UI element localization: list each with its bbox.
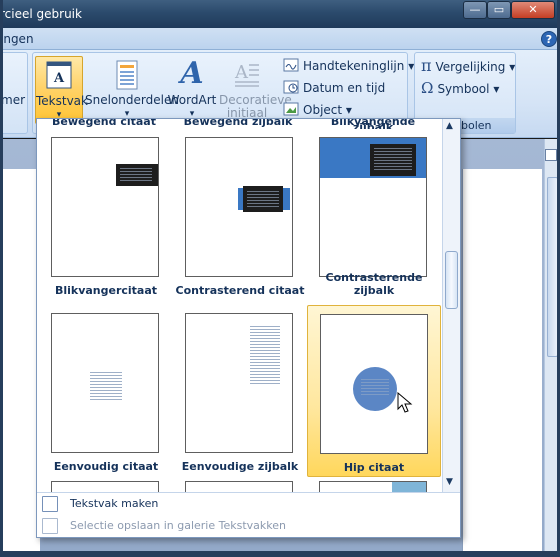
thumb-sidebar-text [250, 326, 280, 384]
gallery-item-partial[interactable] [51, 481, 159, 492]
svg-text:A: A [234, 62, 249, 83]
item-label: Contrasterend citaat [175, 284, 305, 297]
textbox-icon: A [46, 61, 72, 89]
gallery-item-eenvoudig-citaat[interactable]: Eenvoudig citaat [39, 299, 173, 475]
thumb-quote-text [361, 379, 389, 397]
maximize-button[interactable]: ▭ [487, 1, 511, 19]
document-page[interactable] [462, 169, 542, 557]
gallery-item-contrasterend-citaat[interactable]: Contrasterend citaat [173, 123, 307, 299]
window-title: rcieel gebruik [0, 7, 82, 21]
tab-invoegen[interactable]: ingen [0, 32, 34, 46]
datum-en-tijd-button[interactable]: Datum en tijd [283, 79, 385, 97]
thumb-quote-text [247, 191, 279, 207]
item-thumbnail [320, 314, 428, 454]
thumb-sidebar-text [374, 148, 412, 172]
item-thumbnail [51, 313, 159, 453]
symbool-button[interactable]: Ω Symbool ▾ [421, 79, 499, 97]
minimize-button[interactable]: — [463, 1, 487, 19]
thumb-quote-text [90, 372, 122, 400]
decoratieve-initiaal-button[interactable]: A Decoratieve initiaal [219, 56, 292, 122]
selectie-opslaan-label: Selectie opslaan in galerie Tekstvakken [70, 519, 286, 532]
gallery-item-eenvoudige-zijbalk[interactable]: Eenvoudige zijbalk [173, 299, 307, 475]
item-label: Eenvoudig citaat [53, 460, 159, 473]
left-fragment-label[interactable]: mer [1, 93, 25, 107]
object-button[interactable]: Object ▾ [283, 101, 352, 119]
item-label: Hip citaat [343, 461, 405, 474]
scroll-down-icon[interactable]: ▼ [446, 477, 453, 487]
omega-icon: Ω [421, 79, 434, 97]
save-selection-icon [42, 518, 58, 534]
textbox-gallery: Bewegend citaat Bewegend zijbalk Blikvan… [36, 118, 461, 538]
item-thumbnail [51, 137, 159, 277]
tekstvak-label: Tekstvak [36, 94, 88, 108]
item-thumbnail [319, 137, 427, 277]
handtekeninglijn-button[interactable]: Handtekeninglijn ▾ [283, 57, 414, 75]
thumb-quote-text [120, 168, 152, 182]
quick-parts-icon [116, 60, 138, 90]
ruler-icon[interactable] [545, 149, 557, 161]
signature-icon [283, 58, 299, 72]
chevron-down-icon: ▾ [509, 60, 516, 74]
gallery-item-contrasterende-zijbalk[interactable]: Contrasterende zijbalk [307, 123, 441, 299]
title-bar: rcieel gebruik — ▭ ✕ [0, 0, 560, 28]
datum-en-tijd-label: Datum en tijd [303, 81, 386, 95]
wordart-icon: A [180, 56, 204, 91]
gallery-scrollbar[interactable]: ▲ ▼ [442, 119, 460, 492]
mouse-cursor-icon [397, 392, 413, 413]
tekstvak-button[interactable]: A Tekstvak ▾ [35, 56, 88, 124]
symbool-label: Symbool [437, 82, 490, 96]
window-frame-left [0, 0, 3, 557]
gallery-item-partial[interactable] [185, 481, 293, 492]
textbox-icon [42, 496, 58, 512]
snelonderdelen-button[interactable]: Snelonderdelen ▾ [85, 56, 179, 122]
close-button[interactable]: ✕ [511, 1, 555, 19]
snelonderdelen-label: Snelonderdelen [85, 93, 179, 107]
ribbon-group-left: mer [0, 52, 28, 134]
svg-text:A: A [53, 71, 65, 86]
chevron-down-icon: ▾ [493, 82, 500, 96]
pi-icon: π [421, 56, 432, 75]
document-page-left [0, 169, 40, 557]
scroll-up-icon[interactable]: ▲ [446, 121, 453, 131]
chevron-down-icon: ▾ [345, 103, 352, 117]
object-label: Object [303, 103, 343, 117]
item-label: Blikvangercitaat [54, 284, 158, 297]
gallery-item-partial[interactable] [319, 481, 427, 493]
drop-cap-icon: A [234, 62, 259, 87]
gallery-scroll-thumb[interactable] [445, 251, 458, 309]
vergelijking-label: Vergelijking [435, 60, 506, 74]
tekstvak-maken-item[interactable]: Tekstvak maken [37, 493, 460, 515]
vergelijking-button[interactable]: π Vergelijking ▾ [421, 57, 515, 75]
item-thumbnail [185, 137, 293, 277]
help-icon[interactable]: ? [541, 31, 557, 47]
item-label: Contrasterende zijbalk [325, 271, 423, 297]
handtekeninglijn-label: Handtekeninglijn [303, 59, 405, 73]
item-label: Eenvoudige zijbalk [181, 460, 299, 473]
calendar-icon [283, 80, 299, 94]
gallery-item-hip-citaat[interactable]: Hip citaat [307, 305, 441, 477]
gallery-item-blikvangercitaat[interactable]: Blikvangercitaat [39, 123, 173, 299]
wordart-button[interactable]: A WordArt ▾ [167, 56, 217, 122]
wordart-label: WordArt [167, 93, 217, 107]
object-icon [283, 102, 299, 116]
ribbon-tab-strip: ingen ? [0, 28, 560, 50]
selectie-opslaan-item[interactable]: Selectie opslaan in galerie Tekstvakken [37, 515, 460, 537]
window-frame-bottom [0, 551, 560, 557]
tekstvak-maken-label: Tekstvak maken [70, 497, 159, 510]
item-thumbnail [185, 313, 293, 453]
